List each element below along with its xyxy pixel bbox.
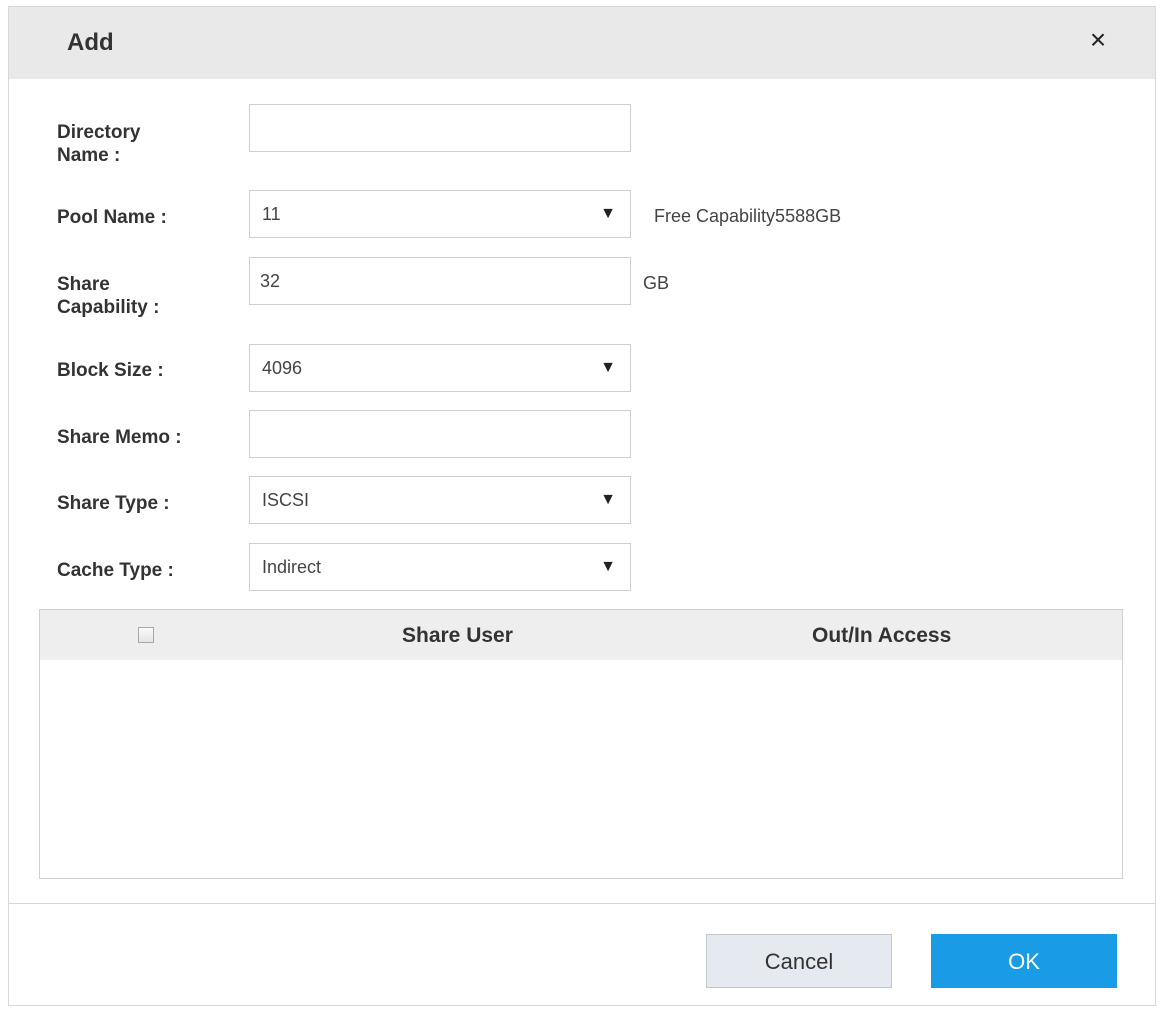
block-size-value: 4096	[262, 358, 303, 378]
cache-type-value: Indirect	[262, 557, 322, 577]
chevron-down-icon: ▼	[600, 205, 616, 222]
pool-name-select[interactable]: 11 ▼	[249, 190, 631, 238]
directory-name-label-line1: Directory	[57, 122, 141, 143]
directory-name-input[interactable]	[250, 105, 630, 151]
add-dialog: Add × Directory Name : Pool Name : 11 ▼ …	[8, 6, 1156, 1006]
directory-name-label-line2: Name :	[57, 145, 121, 166]
share-capability-input[interactable]	[250, 258, 630, 304]
column-header-out-in-access: Out/In Access	[812, 624, 952, 647]
free-capability-text: Free Capability5588GB	[654, 206, 842, 226]
pool-name-label: Pool Name :	[57, 207, 167, 228]
share-type-label: Share Type :	[57, 493, 170, 514]
block-size-select[interactable]: 4096 ▼	[249, 344, 631, 392]
column-header-share-user: Share User	[402, 624, 513, 647]
chevron-down-icon: ▼	[600, 491, 616, 508]
share-user-table: Share User Out/In Access	[39, 609, 1123, 879]
table-header: Share User Out/In Access	[40, 610, 1122, 660]
share-capability-label: Share Capability :	[57, 273, 237, 319]
ok-button[interactable]: OK	[931, 934, 1117, 988]
share-memo-input[interactable]	[250, 411, 630, 457]
directory-name-field[interactable]	[249, 104, 631, 152]
chevron-down-icon: ▼	[600, 558, 616, 575]
share-memo-label: Share Memo :	[57, 427, 182, 448]
directory-name-label: Directory Name :	[57, 121, 237, 167]
dialog-title: Add	[67, 29, 114, 56]
share-type-value: ISCSI	[262, 490, 310, 510]
cache-type-select[interactable]: Indirect ▼	[249, 543, 631, 591]
share-capability-unit: GB	[643, 273, 670, 293]
pool-name-value: 11	[262, 204, 281, 224]
block-size-label: Block Size :	[57, 360, 164, 381]
chevron-down-icon: ▼	[600, 359, 616, 376]
share-type-select[interactable]: ISCSI ▼	[249, 476, 631, 524]
share-capability-label-line2: Capability :	[57, 297, 160, 318]
table-body	[40, 660, 1122, 878]
close-icon[interactable]: ×	[1083, 25, 1113, 55]
share-memo-field[interactable]	[249, 410, 631, 458]
cache-type-label: Cache Type :	[57, 560, 174, 581]
footer-divider	[9, 903, 1155, 904]
share-capability-field[interactable]	[249, 257, 631, 305]
dialog-titlebar: Add ×	[9, 7, 1155, 79]
cancel-button[interactable]: Cancel	[706, 934, 892, 988]
select-all-checkbox[interactable]	[138, 627, 154, 643]
share-capability-label-line1: Share	[57, 274, 110, 295]
